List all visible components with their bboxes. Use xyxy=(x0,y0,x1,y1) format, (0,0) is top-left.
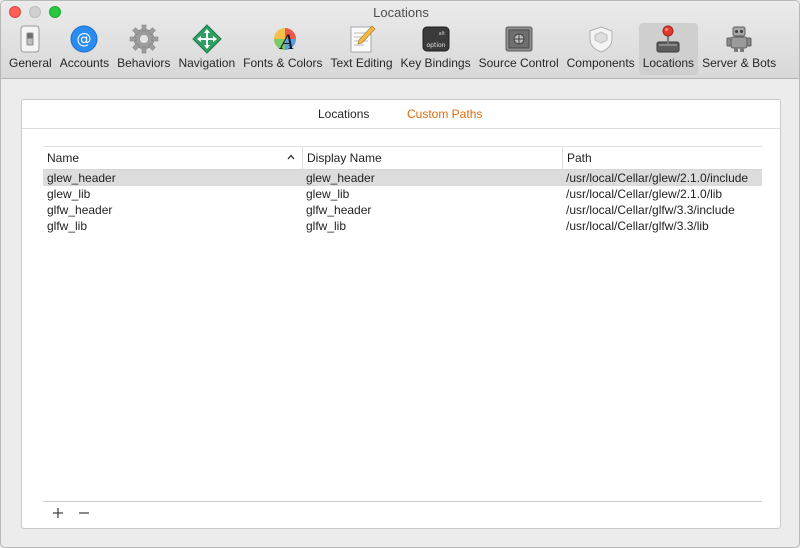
preferences-window: Locations General @ Accounts Behaviors N… xyxy=(0,0,800,548)
locations-panel: Locations Custom Paths Name Display Name… xyxy=(21,99,781,529)
column-header-label: Path xyxy=(567,151,592,165)
toolbar-item-fonts-colors[interactable]: A Fonts & Colors xyxy=(239,23,326,75)
toolbar-label: Components xyxy=(566,56,635,70)
toolbar-label: Accounts xyxy=(59,56,110,70)
table-row[interactable]: glew_lib glew_lib /usr/local/Cellar/glew… xyxy=(43,186,762,202)
toolbar-label: Locations xyxy=(642,56,695,70)
table-footer-divider xyxy=(43,501,762,502)
table-row[interactable]: glfw_header glfw_header /usr/local/Cella… xyxy=(43,202,762,218)
at-sign-icon: @ xyxy=(68,23,100,54)
custom-paths-table: Name Display Name Path glew_header glew_… xyxy=(43,146,762,501)
remove-path-button[interactable] xyxy=(74,504,94,522)
cell-display-name: glfw_lib xyxy=(306,219,347,233)
svg-text:A: A xyxy=(278,29,294,54)
tab-locations[interactable]: Locations xyxy=(318,107,369,121)
toolbar-label: Key Bindings xyxy=(400,56,471,70)
switch-icon xyxy=(14,23,46,54)
tab-custom-paths[interactable]: Custom Paths xyxy=(407,107,482,121)
column-header-display-name[interactable]: Display Name xyxy=(302,147,562,170)
toolbar-label: Text Editing xyxy=(330,56,393,70)
toolbar-item-key-bindings[interactable]: alt option Key Bindings xyxy=(397,23,475,75)
sort-ascending-icon xyxy=(287,154,295,160)
vault-icon xyxy=(503,23,535,54)
cell-path: /usr/local/Cellar/glew/2.1.0/lib xyxy=(566,187,723,201)
toolbar-item-text-editing[interactable]: Text Editing xyxy=(327,23,397,75)
window-title: Locations xyxy=(373,5,429,20)
cell-display-name: glew_header xyxy=(306,171,375,185)
toolbar-item-source-control[interactable]: Source Control xyxy=(475,23,563,75)
cell-name: glew_header xyxy=(47,171,116,185)
cell-path: /usr/local/Cellar/glfw/3.3/lib xyxy=(566,219,709,233)
option-key-icon: alt option xyxy=(420,23,452,54)
svg-text:alt: alt xyxy=(438,31,444,37)
plus-icon xyxy=(53,508,63,518)
table-header: Name Display Name Path xyxy=(43,146,762,170)
toolbar-label: Behaviors xyxy=(117,56,171,70)
toolbar-item-general[interactable]: General xyxy=(5,23,56,75)
navigation-arrows-icon xyxy=(191,23,223,54)
toolbar-item-locations[interactable]: Locations xyxy=(638,23,699,75)
cell-name: glew_lib xyxy=(47,187,91,201)
text-edit-icon xyxy=(346,23,378,54)
svg-text:@: @ xyxy=(77,30,92,48)
add-path-button[interactable] xyxy=(48,504,68,522)
cell-display-name: glfw_header xyxy=(306,203,372,217)
svg-text:option: option xyxy=(426,42,445,49)
toolbar-label: Server & Bots xyxy=(702,56,777,70)
shield-icon xyxy=(585,23,617,54)
toolbar-item-behaviors[interactable]: Behaviors xyxy=(113,23,174,75)
cell-name: glfw_lib xyxy=(47,219,88,233)
cell-name: glfw_header xyxy=(47,203,113,217)
segmented-tabs: Locations Custom Paths xyxy=(22,100,780,129)
table-row[interactable]: glfw_lib glfw_lib /usr/local/Cellar/glfw… xyxy=(43,218,762,234)
table-row[interactable]: glew_header glew_header /usr/local/Cella… xyxy=(43,170,762,186)
toolbar-label: Navigation xyxy=(178,56,236,70)
toolbar-label: General xyxy=(9,56,52,70)
cell-display-name: glew_lib xyxy=(306,187,350,201)
joystick-icon xyxy=(652,23,684,54)
font-color-icon: A xyxy=(267,23,299,54)
column-header-name[interactable]: Name xyxy=(43,147,302,170)
preferences-toolbar: General @ Accounts Behaviors Navigation … xyxy=(1,23,799,78)
toolbar-label: Fonts & Colors xyxy=(243,56,323,70)
toolbar-item-accounts[interactable]: @ Accounts xyxy=(56,23,113,75)
toolbar-item-components[interactable]: Components xyxy=(563,23,639,75)
cell-path: /usr/local/Cellar/glew/2.1.0/include xyxy=(566,171,749,185)
toolbar-item-server-bots[interactable]: Server & Bots xyxy=(698,23,780,75)
titlebar: Locations General @ Accounts Behaviors N… xyxy=(1,1,799,79)
column-header-label: Name xyxy=(47,151,80,165)
toolbar-item-navigation[interactable]: Navigation xyxy=(174,23,239,75)
minus-icon xyxy=(79,512,89,514)
robot-icon xyxy=(723,23,755,54)
gear-icon xyxy=(128,23,160,54)
toolbar-label: Source Control xyxy=(478,56,559,70)
column-header-path[interactable]: Path xyxy=(562,147,762,170)
column-header-label: Display Name xyxy=(307,151,382,165)
cell-path: /usr/local/Cellar/glfw/3.3/include xyxy=(566,203,735,217)
